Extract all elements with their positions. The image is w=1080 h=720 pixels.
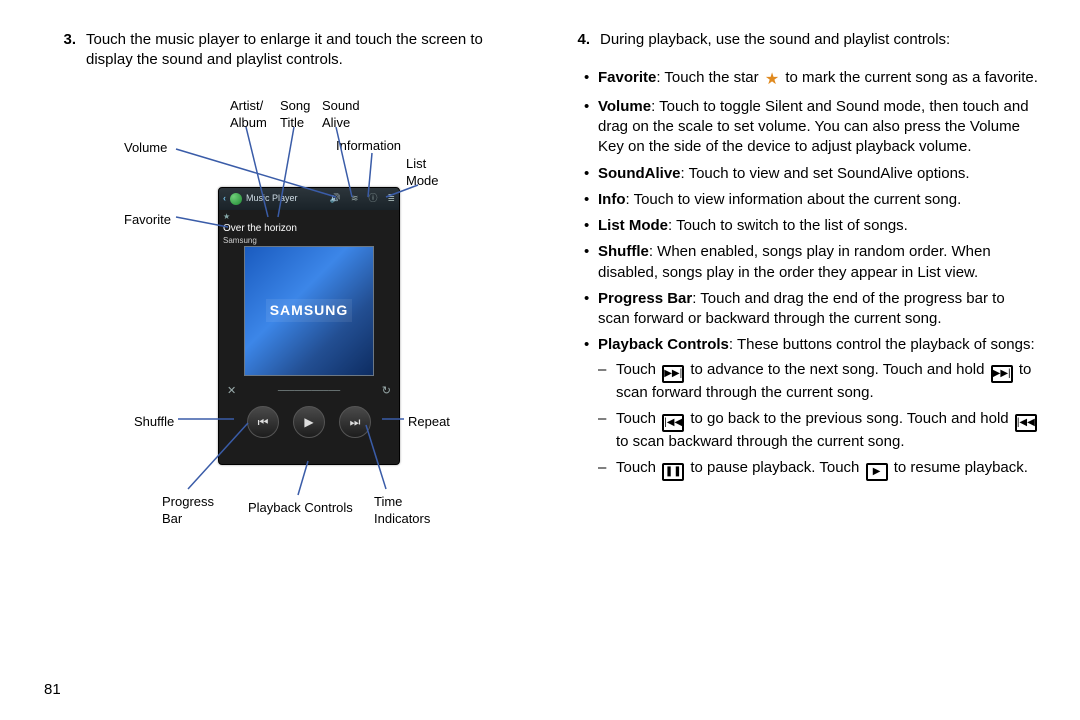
label-volume: Volume	[124, 139, 167, 157]
label-artist-album: Artist/ Album	[230, 97, 267, 132]
next-track-icon-2: ▶▶|	[991, 365, 1013, 383]
dash-pause: Touch ❚❚ to pause playback. Touch ▶ to r…	[598, 458, 1040, 481]
bullet-shuffle: Shuffle: When enabled, songs play in ran…	[584, 242, 1040, 283]
info-icon: ⓘ	[368, 192, 377, 204]
step-3-text: Touch the music player to enlarge it and…	[86, 30, 526, 71]
player-header-title: Music Player	[246, 192, 298, 204]
step-4-number: 4.	[554, 30, 600, 50]
label-song-title: Song Title	[280, 97, 310, 132]
soundalive-icon: ≋	[351, 192, 359, 204]
label-list-mode: List Mode	[406, 155, 439, 190]
page-number: 81	[40, 680, 526, 700]
music-app-icon	[230, 193, 242, 205]
bullet-soundalive: SoundAlive: Touch to view and set SoundA…	[584, 164, 1040, 184]
label-sound-alive: Sound Alive	[322, 97, 360, 132]
label-favorite: Favorite	[124, 211, 171, 229]
prev-button: ⏮	[247, 406, 279, 438]
controls-list: Favorite: Touch the star ★ to mark the c…	[554, 68, 1040, 487]
bullet-progress: Progress Bar: Touch and drag the end of …	[584, 289, 1040, 330]
playback-sub-list: Touch ▶▶| to advance to the next song. T…	[598, 360, 1040, 482]
player-song-area: ★ Over the horizon Samsung	[219, 210, 399, 242]
step-3: 3. Touch the music player to enlarge it …	[40, 30, 526, 71]
prev-track-icon-2: |◀◀	[1015, 414, 1037, 432]
player-artwork: SAMSUNG	[244, 246, 374, 376]
player-top-icons: 🔊 ≋ ⓘ ≣	[330, 192, 399, 204]
player-header: ‹ Music Player 🔊 ≋ ⓘ ≣	[219, 188, 399, 210]
player-controls: ⏮ ▶ ⏭	[219, 406, 399, 438]
prev-track-icon: |◀◀	[662, 414, 684, 432]
label-playback-ctrl: Playback Controls	[248, 499, 353, 517]
player-diagram: ‹ Music Player 🔊 ≋ ⓘ ≣ ★ Over the horizo…	[118, 93, 448, 553]
bullet-volume: Volume: Touch to toggle Silent and Sound…	[584, 97, 1040, 158]
step-3-number: 3.	[40, 30, 86, 71]
bullet-info: Info: Touch to view information about th…	[584, 190, 1040, 210]
label-time-ind: Time Indicators	[374, 493, 430, 528]
player-progress-row: ✕ ─────────── ↻	[219, 384, 399, 399]
play-button: ▶	[293, 406, 325, 438]
next-track-icon: ▶▶|	[662, 365, 684, 383]
bullet-playback: Playback Controls: These buttons control…	[584, 335, 1040, 481]
player-phone: ‹ Music Player 🔊 ≋ ⓘ ≣ ★ Over the horizo…	[218, 187, 400, 465]
repeat-icon: ↻	[382, 384, 391, 399]
label-information: Information	[336, 137, 401, 155]
shuffle-icon: ✕	[227, 384, 236, 399]
play-icon: ▶	[866, 463, 888, 481]
pause-icon: ❚❚	[662, 463, 684, 481]
bullet-listmode: List Mode: Touch to switch to the list o…	[584, 216, 1040, 236]
volume-icon: 🔊	[330, 192, 341, 204]
dash-next: Touch ▶▶| to advance to the next song. T…	[598, 360, 1040, 403]
bullet-favorite: Favorite: Touch the star ★ to mark the c…	[584, 68, 1040, 91]
dash-prev: Touch |◀◀ to go back to the previous son…	[598, 409, 1040, 452]
next-button: ⏭	[339, 406, 371, 438]
star-icon: ★	[765, 71, 779, 88]
player-artwork-text: SAMSUNG	[266, 299, 353, 322]
step-4: 4. During playback, use the sound and pl…	[554, 30, 1040, 50]
list-mode-icon: ≣	[387, 192, 395, 204]
back-arrow-icon: ‹	[223, 192, 226, 204]
label-progress-bar: Progress Bar	[162, 493, 214, 528]
label-shuffle: Shuffle	[134, 413, 174, 431]
player-song-title: Over the horizon	[223, 222, 395, 236]
step-4-text: During playback, use the sound and playl…	[600, 30, 1040, 50]
label-repeat: Repeat	[408, 413, 450, 431]
